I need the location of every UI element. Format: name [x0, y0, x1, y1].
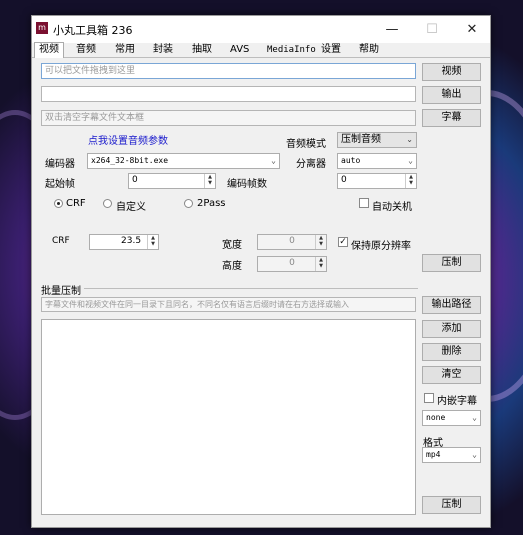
subtitle-button[interactable]: 字幕 — [422, 109, 481, 127]
custom-mode-label: 自定义 — [116, 202, 146, 213]
height-label: 高度 — [222, 261, 242, 272]
window-title: 小丸工具箱 236 — [53, 24, 133, 37]
output-path-button[interactable]: 输出路径 — [422, 296, 481, 314]
width-label: 宽度 — [222, 240, 242, 251]
batch-hint-input[interactable]: 字幕文件和视频文件在同一目录下且同名，不同名仅有语言后缀时请在右方选择或输入 — [41, 297, 416, 312]
audio-settings-link[interactable]: 点我设置音频参数 — [88, 132, 168, 147]
batch-section-label: 批量压制 — [41, 286, 81, 297]
spin-arrows-icon[interactable]: ▲ ▼ — [405, 174, 416, 188]
embed-subtitle-label: 内嵌字幕 — [437, 396, 477, 407]
spin-arrows-icon[interactable]: ▲ ▼ — [315, 257, 326, 271]
video-button[interactable]: 视频 — [422, 63, 481, 81]
subtitle-file-input[interactable]: 双击清空字幕文件文本框 — [41, 110, 416, 126]
chevron-down-icon: ⌄ — [406, 135, 413, 144]
keep-resolution-label: 保持原分辨率 — [351, 241, 411, 252]
twopass-mode-label: 2Pass — [197, 198, 226, 209]
spin-arrows-icon[interactable]: ▲ ▼ — [204, 174, 215, 188]
encoder-select[interactable]: x264_32-8bit.exe ⌄ — [87, 153, 280, 169]
width-stepper[interactable]: 0 ▲ ▼ — [257, 234, 327, 250]
demuxer-value: auto — [341, 156, 361, 165]
close-button[interactable]: ✕ — [454, 16, 490, 43]
audio-mode-select[interactable]: 压制音频 ⌄ — [337, 132, 417, 148]
demuxer-label: 分离器 — [296, 159, 326, 170]
subtitle-lang-select[interactable]: none ⌄ — [422, 410, 481, 426]
output-file-input[interactable] — [41, 86, 416, 102]
add-button[interactable]: 添加 — [422, 320, 481, 338]
delete-button[interactable]: 删除 — [422, 343, 481, 361]
section-divider — [84, 288, 418, 289]
embed-subtitle-checkbox[interactable] — [424, 393, 434, 403]
tab-help[interactable]: 帮助 — [359, 43, 379, 57]
clear-button[interactable]: 清空 — [422, 366, 481, 384]
encoder-label: 编码器 — [45, 159, 75, 170]
chevron-down-icon: ⌄ — [271, 156, 276, 165]
height-value: 0 — [289, 258, 295, 268]
encoder-value: x264_32-8bit.exe — [91, 156, 169, 165]
frame-count-label: 编码帧数 — [227, 179, 267, 190]
width-value: 0 — [289, 236, 295, 246]
tab-common[interactable]: 常用 — [115, 43, 135, 57]
frame-count-stepper[interactable]: 0 ▲ ▼ — [337, 173, 417, 189]
crf-value: 23.5 — [121, 236, 142, 246]
audio-mode-value: 压制音频 — [341, 134, 381, 145]
video-file-input[interactable]: 可以把文件拖拽到这里 — [41, 63, 416, 79]
crf-stepper[interactable]: 23.5 ▲ ▼ — [89, 234, 159, 250]
subtitle-lang-value: none — [426, 413, 446, 422]
app-logo-icon: m — [36, 22, 48, 34]
start-frame-stepper[interactable]: 0 ▲ ▼ — [128, 173, 216, 189]
auto-shutdown-label: 自动关机 — [372, 202, 412, 213]
audio-mode-label: 音频模式 — [286, 139, 326, 150]
minimize-button[interactable]: — — [374, 16, 410, 43]
crf-label: CRF — [52, 236, 70, 246]
crf-mode-label: CRF — [66, 198, 86, 209]
format-value: mp4 — [426, 450, 441, 459]
encode-button[interactable]: 压制 — [422, 254, 481, 272]
keep-resolution-checkbox[interactable]: ✓ — [338, 237, 348, 247]
spin-arrows-icon[interactable]: ▲ ▼ — [147, 235, 158, 249]
tab-settings[interactable]: 设置 — [321, 43, 341, 57]
tab-mediainfo[interactable]: MediaInfo — [267, 43, 316, 57]
title-bar[interactable]: m 小丸工具箱 236 — ☐ ✕ — [32, 16, 490, 43]
tab-audio[interactable]: 音频 — [76, 43, 96, 57]
start-frame-label: 起始帧 — [45, 179, 75, 190]
batch-file-list[interactable] — [41, 319, 416, 515]
output-button[interactable]: 输出 — [422, 86, 481, 104]
chevron-down-icon: ⌄ — [472, 413, 477, 422]
custom-radio[interactable] — [103, 199, 112, 208]
twopass-radio[interactable] — [184, 199, 193, 208]
tab-bar: 视频 音频 常用 封装 抽取 AVS MediaInfo 设置 帮助 — [32, 42, 490, 58]
frame-count-value: 0 — [341, 175, 347, 185]
batch-encode-button[interactable]: 压制 — [422, 496, 481, 514]
auto-shutdown-checkbox[interactable] — [359, 198, 369, 208]
spin-arrows-icon[interactable]: ▲ ▼ — [315, 235, 326, 249]
demuxer-select[interactable]: auto ⌄ — [337, 153, 417, 169]
crf-radio[interactable] — [54, 199, 63, 208]
tab-extract[interactable]: 抽取 — [192, 43, 212, 57]
format-select[interactable]: mp4 ⌄ — [422, 447, 481, 463]
maximize-button[interactable]: ☐ — [414, 16, 450, 43]
tab-mux[interactable]: 封装 — [153, 43, 173, 57]
tab-avs[interactable]: AVS — [230, 43, 249, 57]
app-window: m 小丸工具箱 236 — ☐ ✕ 视频 音频 常用 封装 抽取 AVS Med… — [31, 15, 491, 528]
start-frame-value: 0 — [132, 175, 138, 185]
chevron-down-icon: ⌄ — [472, 450, 477, 459]
height-stepper[interactable]: 0 ▲ ▼ — [257, 256, 327, 272]
tab-video[interactable]: 视频 — [34, 42, 64, 58]
chevron-down-icon: ⌄ — [408, 156, 413, 165]
